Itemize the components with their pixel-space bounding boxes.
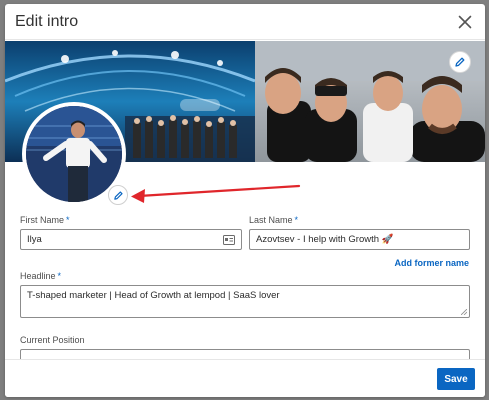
headline-textarea[interactable]: T-shaped marketer | Head of Growth at le… [20, 285, 470, 318]
close-icon [458, 15, 472, 29]
last-name-value: Azovtsev - I help with Growth 🚀 [256, 234, 394, 245]
required-marker: * [57, 271, 62, 281]
first-name-input[interactable]: Ilya [20, 229, 242, 250]
required-marker: * [294, 215, 299, 225]
last-name-label: Last Name * [249, 215, 299, 225]
modal-footer: Save [5, 359, 485, 397]
first-name-value: Ilya [27, 234, 42, 245]
red-arrow-annotation [131, 184, 301, 203]
save-button[interactable]: Save [437, 368, 475, 390]
modal-header: Edit intro [5, 4, 485, 40]
current-position-label: Current Position [20, 335, 85, 345]
pencil-icon [455, 57, 465, 67]
edit-intro-modal: Edit intro First Name * Ilya Last Name *… [5, 4, 485, 397]
modal-title: Edit intro [15, 12, 79, 30]
resize-grip-icon[interactable] [461, 309, 467, 315]
first-name-label: First Name * [20, 215, 70, 225]
pencil-icon [113, 190, 123, 200]
last-name-input[interactable]: Azovtsev - I help with Growth 🚀 [249, 229, 470, 250]
add-former-name-link[interactable]: Add former name [394, 258, 469, 268]
edit-background-button[interactable] [449, 51, 471, 73]
contact-card-icon [223, 235, 235, 245]
headline-label: Headline * [20, 271, 62, 281]
headline-value: T-shaped marketer | Head of Growth at le… [27, 290, 280, 301]
required-marker: * [66, 215, 70, 225]
edit-photo-button[interactable] [108, 185, 128, 205]
close-button[interactable] [456, 13, 474, 31]
